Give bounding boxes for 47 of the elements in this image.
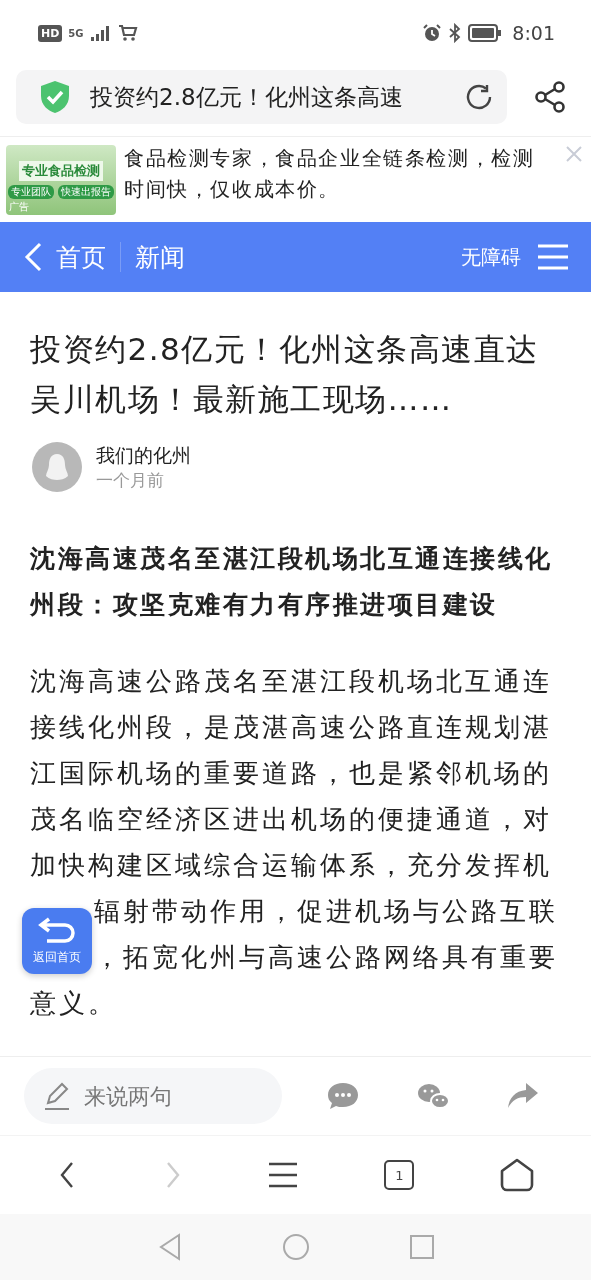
return-icon — [37, 916, 77, 945]
recents-square-icon[interactable] — [409, 1235, 434, 1259]
home-icon[interactable] — [500, 1158, 535, 1192]
ad-text[interactable]: 食品检测专家，食品企业全链条检测，检测时间快，仅收成本价。 — [124, 143, 554, 218]
paragraph-line: 江国际机场的重要道路，也是紧邻机场的 — [30, 757, 552, 790]
accessibility-link[interactable]: 无障碍 — [461, 243, 521, 271]
battery-icon — [468, 24, 503, 42]
paragraph-line: 茂名临空经济区进出机场的便捷通道，对 — [30, 803, 552, 836]
back-triangle-icon[interactable] — [157, 1233, 182, 1261]
paragraph-line: 加快构建区域综合运输体系，充分发挥机 — [30, 849, 552, 882]
menu-icon[interactable] — [268, 1162, 299, 1188]
avatar-icon — [32, 442, 82, 492]
author-name[interactable]: 我们的化州 — [96, 442, 191, 469]
alarm-icon — [422, 23, 443, 43]
comment-field[interactable]: 来说两句 — [24, 1068, 282, 1124]
banner-tag: 专业团队 — [8, 185, 54, 199]
page-title: 投资约2.8亿元！化州这条高速 — [90, 82, 404, 112]
signal-icon — [89, 25, 112, 41]
share-icon[interactable] — [533, 80, 567, 114]
publish-time: 一个月前 — [96, 468, 165, 492]
paragraph-line: 辐射带动作用，促进机场与公路互联 — [94, 895, 558, 928]
shield-check-icon — [38, 79, 72, 115]
back-button[interactable]: 首页 — [22, 240, 106, 274]
home-circle-icon[interactable] — [281, 1233, 310, 1261]
clock-time: 8:01 — [512, 22, 555, 44]
hd-badge: HD — [38, 24, 63, 42]
ad-banner[interactable]: 专业食品检测 专业团队 快速出报告 广告 — [6, 145, 116, 215]
comment-input[interactable]: 来说两句 — [82, 1082, 236, 1110]
banner-title: 专业食品检测 — [19, 161, 103, 181]
ad-label: 广告 — [9, 200, 29, 214]
comment-icon[interactable] — [326, 1081, 360, 1111]
paragraph-line: 接线化州段，是茂湛高速公路直连规划湛 — [30, 711, 552, 744]
section-title: 新闻 — [135, 241, 185, 274]
bluetooth-icon — [448, 23, 463, 43]
article-title: 投资约2.8亿元！化州这条高速直达吴川机场！最新施工现场…… — [30, 330, 540, 419]
paragraph-line: 沈海高速公路茂名至湛江段机场北互通连 — [30, 665, 552, 698]
tab-count[interactable]: 1 — [384, 1160, 415, 1190]
back-home-button[interactable]: 返回首页 — [22, 908, 92, 974]
pencil-icon — [42, 1081, 72, 1111]
paragraph-line: ，拓宽化州与高速公路网络具有重要 — [94, 941, 558, 974]
address-bar[interactable]: 投资约2.8亿元！化州这条高速 — [16, 70, 507, 124]
banner-tag: 快速出报告 — [58, 185, 114, 199]
network-label: 5G — [68, 27, 84, 39]
article-subheading: 沈海高速茂名至湛江段机场北互通连接线化州段：攻坚克难有力有序推进项目建设 — [30, 543, 554, 621]
home-link[interactable]: 首页 — [56, 240, 106, 274]
paragraph-line: 意义。 — [30, 987, 117, 1020]
cart-icon — [117, 24, 138, 42]
